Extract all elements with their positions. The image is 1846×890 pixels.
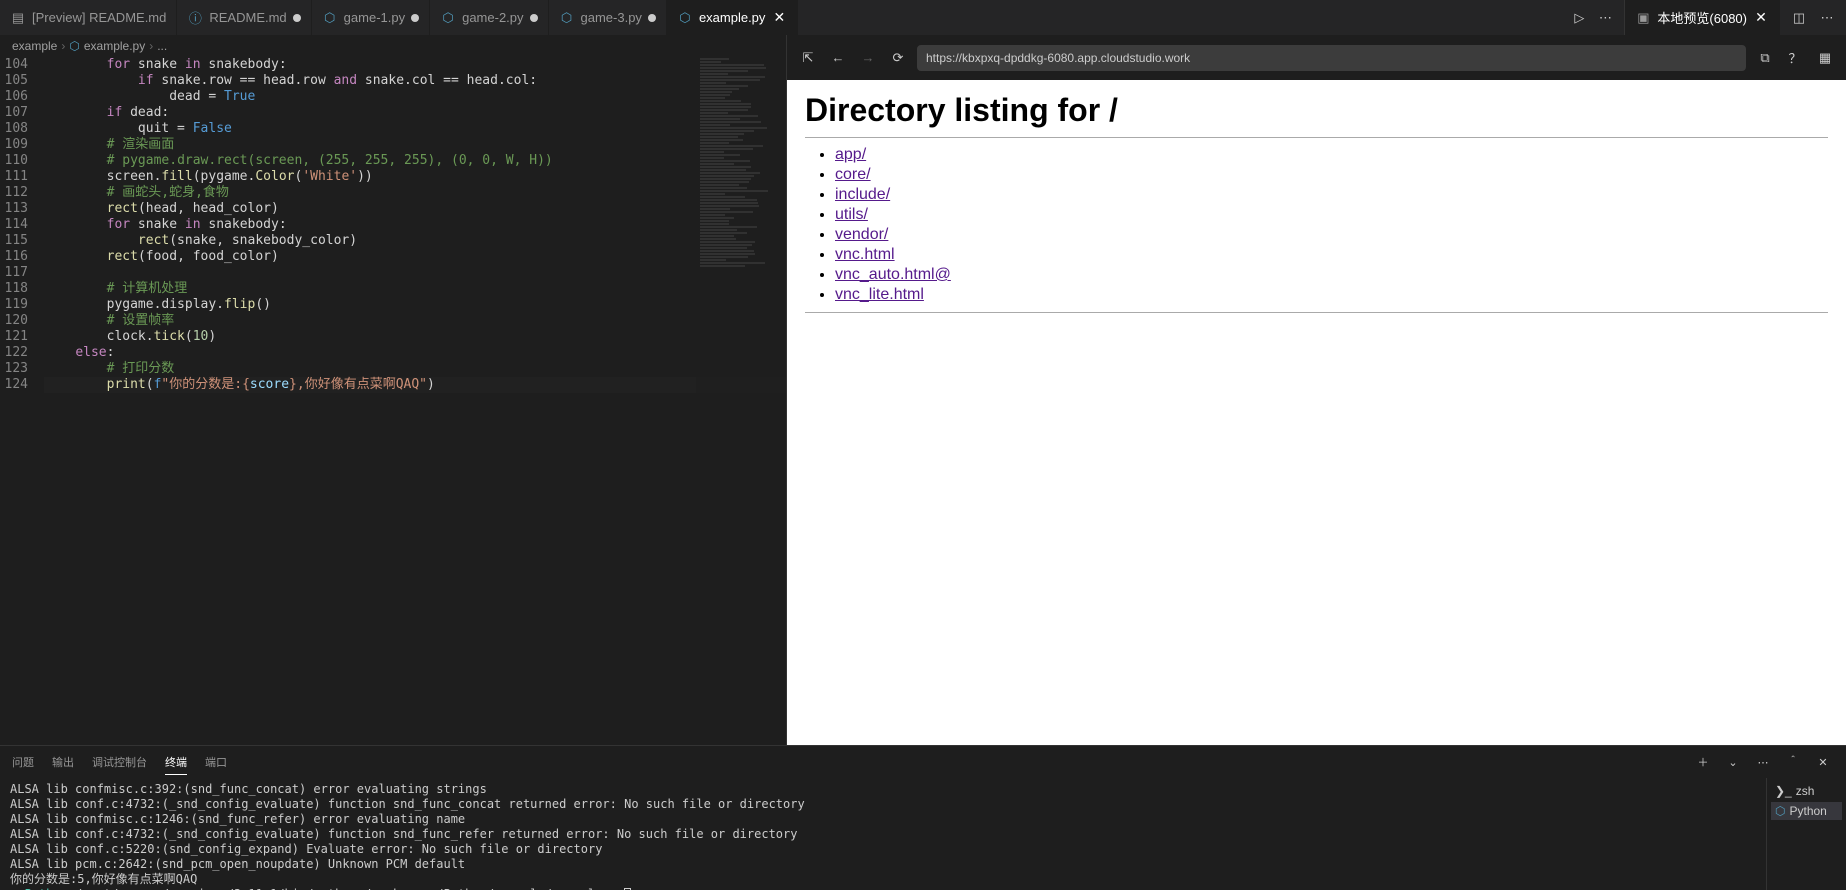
breadcrumb-item[interactable]: ... xyxy=(157,39,167,53)
tab-label: game-1.py xyxy=(344,10,405,25)
qr-icon[interactable]: ▦ xyxy=(1814,47,1836,69)
directory-item: vnc_auto.html@ xyxy=(835,266,1828,284)
editor-tab[interactable]: ⬡ game-2.py xyxy=(430,0,548,35)
file-icon: ⓘ xyxy=(187,10,203,26)
file-icon: ⬡ xyxy=(440,10,456,26)
editor-tab[interactable]: ⬡ example.py ✕ xyxy=(667,0,798,35)
directory-item: vnc_lite.html xyxy=(835,286,1828,304)
preview-content[interactable]: Directory listing for / app/core/include… xyxy=(787,80,1846,745)
directory-link[interactable]: utils/ xyxy=(835,206,868,223)
directory-item: utils/ xyxy=(835,206,1828,224)
preview-pane: ⇱ ← → ⟳ ⧉ ？ ▦ Directory listing for / ap… xyxy=(786,35,1846,745)
directory-link[interactable]: vnc.html xyxy=(835,246,895,263)
directory-item: vnc.html xyxy=(835,246,1828,264)
more-icon[interactable]: ⋯ xyxy=(1594,7,1616,29)
terminal-line: 你的分数是:5,你好像有点菜啊QAQ xyxy=(10,872,1756,887)
terminal-output[interactable]: ALSA lib confmisc.c:392:(snd_func_concat… xyxy=(0,778,1766,890)
close-tab-icon[interactable]: ✕ xyxy=(1753,10,1769,26)
file-icon: ⬡ xyxy=(677,10,693,26)
terminal-line: ALSA lib pcm.c:2642:(snd_pcm_open_noupda… xyxy=(10,857,1756,872)
directory-link[interactable]: include/ xyxy=(835,186,890,203)
more-right-icon[interactable]: ⋯ xyxy=(1816,7,1838,29)
terminal-list: ❯_ zsh ⬡ Python xyxy=(1766,778,1846,890)
directory-link[interactable]: app/ xyxy=(835,146,866,163)
tab-label: example.py xyxy=(699,10,765,25)
directory-item: vendor/ xyxy=(835,226,1828,244)
split-layout-icon[interactable]: ◫ xyxy=(1788,7,1810,29)
right-tab-actions: ◫ ⋯ xyxy=(1780,7,1846,29)
minimap[interactable] xyxy=(696,57,786,745)
breadcrumbs[interactable]: example › ⬡ example.py › ... xyxy=(0,35,786,57)
editor-tab[interactable]: ⬡ game-1.py xyxy=(312,0,430,35)
file-icon: ▣ xyxy=(1635,10,1651,26)
new-terminal-icon[interactable]: ＋ xyxy=(1692,751,1714,773)
forward-icon[interactable]: → xyxy=(857,47,879,69)
tab-label: game-3.py xyxy=(581,10,642,25)
preview-toolbar: ⇱ ← → ⟳ ⧉ ？ ▦ xyxy=(787,35,1846,80)
terminal-label: Python xyxy=(1789,804,1826,818)
file-icon: ⬡ xyxy=(322,10,338,26)
editor-tab[interactable]: ⬡ game-3.py xyxy=(549,0,667,35)
tab-label: README.md xyxy=(209,10,286,25)
modified-indicator xyxy=(648,14,656,22)
editor-tab[interactable]: ▤ [Preview] README.md xyxy=(0,0,177,35)
terminal-list-item[interactable]: ⬡ Python xyxy=(1771,802,1842,820)
panel-tab[interactable]: 终端 xyxy=(165,750,187,775)
preview-url-input[interactable] xyxy=(917,45,1746,71)
terminal-line: ALSA lib conf.c:4732:(_snd_config_evalua… xyxy=(10,797,1756,812)
terminal-label: zsh xyxy=(1796,784,1815,798)
directory-heading: Directory listing for / xyxy=(805,92,1828,129)
directory-link[interactable]: vnc_lite.html xyxy=(835,286,924,303)
terminal-line: ALSA lib confmisc.c:392:(snd_func_concat… xyxy=(10,782,1756,797)
directory-item: app/ xyxy=(835,146,1828,164)
directory-link[interactable]: vendor/ xyxy=(835,226,888,243)
directory-item: core/ xyxy=(835,166,1828,184)
terminal-icon: ❯_ xyxy=(1775,784,1792,798)
modified-indicator xyxy=(411,14,419,22)
terminal-line: ALSA lib confmisc.c:1246:(snd_func_refer… xyxy=(10,812,1756,827)
reload-icon[interactable]: ⟳ xyxy=(887,47,909,69)
breadcrumb-item[interactable]: example xyxy=(12,39,57,53)
breadcrumb-item[interactable]: example.py xyxy=(84,39,145,53)
directory-item: include/ xyxy=(835,186,1828,204)
directory-link[interactable]: core/ xyxy=(835,166,871,183)
terminal-list-item[interactable]: ❯_ zsh xyxy=(1771,782,1842,800)
terminal-line: ALSA lib conf.c:5220:(snd_config_expand)… xyxy=(10,842,1756,857)
tab-label: [Preview] README.md xyxy=(32,10,166,25)
open-external-icon[interactable]: ⇱ xyxy=(797,47,819,69)
terminal-line: ALSA lib conf.c:4732:(_snd_config_evalua… xyxy=(10,827,1756,842)
devices-icon[interactable]: ⧉ xyxy=(1754,47,1776,69)
editor-tab-actions: ▷ ⋯ xyxy=(1560,7,1624,29)
terminal-icon: ⬡ xyxy=(1775,804,1785,818)
maximize-panel-icon[interactable]: ＾ xyxy=(1782,751,1804,773)
panel-tabs: 问题输出调试控制台终端端口 ＋ ⌄ ⋯ ＾ ✕ xyxy=(0,746,1846,778)
file-icon: ▤ xyxy=(10,10,26,26)
editor-tab[interactable]: ⓘ README.md xyxy=(177,0,311,35)
code-editor-pane: example › ⬡ example.py › ... 10410510610… xyxy=(0,35,786,745)
bottom-panel: 问题输出调试控制台终端端口 ＋ ⌄ ⋯ ＾ ✕ ALSA lib confmis… xyxy=(0,745,1846,890)
run-icon[interactable]: ▷ xyxy=(1568,7,1590,29)
back-icon[interactable]: ← xyxy=(827,47,849,69)
close-panel-icon[interactable]: ✕ xyxy=(1812,751,1834,773)
modified-indicator xyxy=(530,14,538,22)
terminal-dropdown-icon[interactable]: ⌄ xyxy=(1722,751,1744,773)
editor-tab[interactable]: ▣ 本地预览(6080) ✕ xyxy=(1625,0,1780,35)
panel-tab[interactable]: 端口 xyxy=(205,750,227,775)
panel-tab[interactable]: 问题 xyxy=(12,750,34,775)
panel-tab[interactable]: 输出 xyxy=(52,750,74,775)
panel-more-icon[interactable]: ⋯ xyxy=(1752,751,1774,773)
tab-label: game-2.py xyxy=(462,10,523,25)
editor-tab-bar: ▤ [Preview] README.md ⓘ README.md ⬡ game… xyxy=(0,0,1846,35)
tab-label: 本地预览(6080) xyxy=(1657,8,1747,27)
modified-indicator xyxy=(293,14,301,22)
directory-link[interactable]: vnc_auto.html@ xyxy=(835,266,951,283)
code-editor[interactable]: 1041051061071081091101111121131141151161… xyxy=(0,57,786,745)
close-tab-icon[interactable]: ✕ xyxy=(771,10,787,26)
panel-tab[interactable]: 调试控制台 xyxy=(92,750,147,775)
help-icon[interactable]: ？ xyxy=(1784,47,1806,69)
file-icon: ⬡ xyxy=(559,10,575,26)
